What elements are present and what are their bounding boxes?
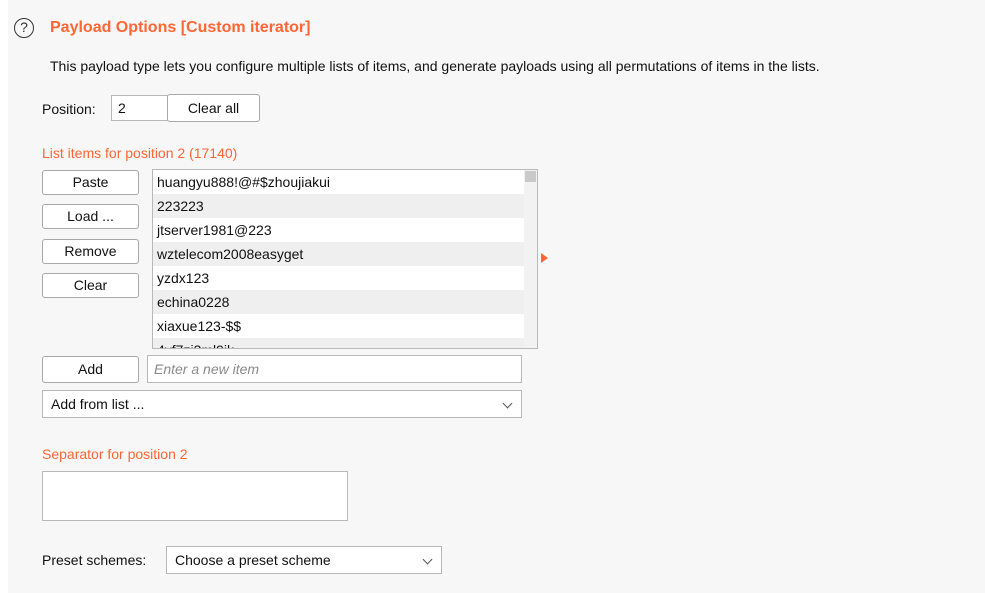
chevron-down-icon bbox=[502, 398, 513, 409]
position-field[interactable]: 2 bbox=[111, 95, 175, 121]
chevron-down-icon bbox=[422, 554, 433, 565]
clear-all-button[interactable]: Clear all bbox=[167, 94, 260, 122]
separator-heading: Separator for position 2 bbox=[42, 446, 188, 462]
play-arrow-icon[interactable] bbox=[541, 253, 548, 263]
new-item-input[interactable]: Enter a new item bbox=[147, 355, 522, 383]
remove-button[interactable]: Remove bbox=[42, 239, 139, 264]
add-from-list-select[interactable]: Add from list ... bbox=[42, 390, 522, 418]
list-item[interactable]: xiaxue123-$$ bbox=[153, 314, 524, 338]
add-from-list-label: Add from list ... bbox=[51, 396, 145, 412]
add-button[interactable]: Add bbox=[42, 356, 139, 383]
list-items-heading: List items for position 2 (17140) bbox=[42, 145, 238, 161]
list-scrollbar[interactable] bbox=[524, 170, 537, 348]
question-circle-icon[interactable]: ? bbox=[14, 18, 34, 38]
payload-options-panel: ? Payload Options [Custom iterator] This… bbox=[8, 0, 985, 593]
list-item[interactable]: huangyu888!@#$zhoujiakui bbox=[153, 170, 524, 194]
position-label: Position: bbox=[42, 101, 96, 117]
clear-button[interactable]: Clear bbox=[42, 273, 139, 298]
list-item[interactable]: wztelecom2008easyget bbox=[153, 242, 524, 266]
preset-scheme-select[interactable]: Choose a preset scheme bbox=[166, 546, 442, 574]
list-item[interactable]: 4vf7zi3ml9ik bbox=[153, 338, 524, 348]
list-item[interactable]: yzdx123 bbox=[153, 266, 524, 290]
scrollbar-thumb[interactable] bbox=[525, 171, 536, 182]
paste-button[interactable]: Paste bbox=[42, 170, 139, 195]
load-button[interactable]: Load ... bbox=[42, 204, 139, 229]
list-item[interactable]: echina0228 bbox=[153, 290, 524, 314]
list-item[interactable]: jtserver1981@223 bbox=[153, 218, 524, 242]
preset-scheme-value: Choose a preset scheme bbox=[175, 552, 331, 568]
payload-list[interactable]: huangyu888!@#$zhoujiakui 223223 jtserver… bbox=[152, 169, 538, 349]
preset-schemes-label: Preset schemes: bbox=[42, 552, 147, 568]
section-description: This payload type lets you configure mul… bbox=[50, 58, 820, 74]
list-item[interactable]: 223223 bbox=[153, 194, 524, 218]
separator-field[interactable] bbox=[42, 471, 348, 521]
section-title: Payload Options [Custom iterator] bbox=[50, 19, 311, 36]
